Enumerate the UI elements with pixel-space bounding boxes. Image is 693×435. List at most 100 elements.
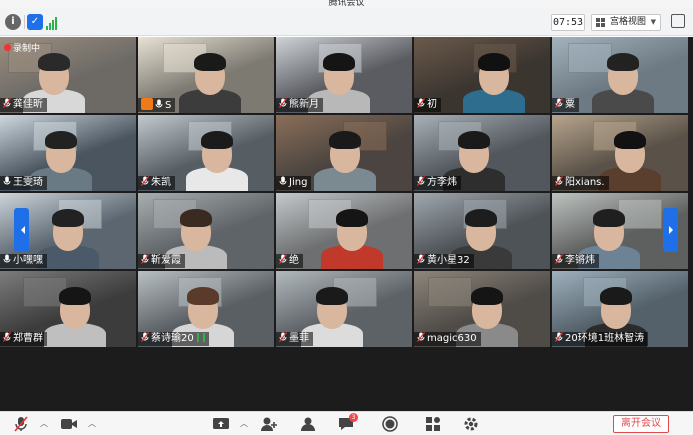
mic-muted-icon <box>279 98 287 108</box>
video-tile[interactable]: 蔡诗瑜20 <box>138 271 274 347</box>
bottom-toolbar: ︿ ︿ ︿ 3 离开会议 <box>0 411 693 435</box>
participant-name-tag: magic630 <box>414 332 481 346</box>
video-tile[interactable]: 王雯琦 <box>0 115 136 191</box>
participant-name: 朱凯 <box>151 177 171 188</box>
participant-name-tag: 黄小星32 <box>414 254 474 268</box>
fullscreen-icon[interactable] <box>671 14 685 28</box>
participant-video <box>317 199 387 269</box>
mic-muted-icon <box>555 176 563 186</box>
video-tile[interactable]: 熊新月 <box>276 37 412 113</box>
participant-name: 郑曹群 <box>13 333 43 344</box>
share-screen-icon[interactable] <box>212 416 230 432</box>
mic-muted-icon <box>417 254 425 264</box>
participant-name-tag: 粟 <box>552 98 579 112</box>
view-mode-button[interactable]: 宫格视图 ▼ <box>591 14 661 31</box>
participant-name: magic630 <box>427 333 477 344</box>
mic-muted-icon <box>555 332 563 342</box>
participant-video <box>459 43 529 113</box>
participant-name: 蔡诗瑜20 <box>151 333 194 344</box>
participant-name: 阳xians. <box>565 177 605 188</box>
participant-name-tag: Jing <box>276 176 312 190</box>
shield-icon[interactable]: ✓ <box>27 14 43 30</box>
participant-name-tag: 朱凯 <box>138 176 175 190</box>
next-page-button[interactable] <box>663 208 678 252</box>
participant-video <box>182 121 252 191</box>
participant-name-tag: 初 <box>414 98 441 112</box>
participant-name-tag: 李锵炜 <box>552 254 599 268</box>
recording-indicator: 录制中 <box>4 41 40 54</box>
participant-name-tag: S <box>138 98 176 112</box>
divider <box>24 15 25 29</box>
video-tile[interactable]: 靳爱霞 <box>138 193 274 269</box>
audio-level-icon <box>196 333 205 342</box>
info-icon[interactable]: i <box>5 14 21 30</box>
video-tile[interactable]: 初 <box>414 37 550 113</box>
grid-icon <box>596 18 606 27</box>
participant-video <box>588 43 658 113</box>
participant-name: 熊新月 <box>289 99 319 110</box>
participant-video <box>40 277 110 347</box>
members-icon[interactable] <box>300 416 316 432</box>
mic-options-chevron-icon[interactable]: ︿ <box>40 418 48 429</box>
participant-name: 墨菲 <box>289 333 309 344</box>
video-tile[interactable]: 龚佳昕 录制中 <box>0 37 136 113</box>
mic-muted-icon <box>417 176 425 186</box>
video-tile[interactable]: magic630 <box>414 271 550 347</box>
participant-name-tag: 方李炜 <box>414 176 461 190</box>
video-tile[interactable]: 方李炜 <box>414 115 550 191</box>
mic-muted-icon <box>417 98 425 108</box>
mic-muted-icon <box>417 332 425 342</box>
participant-name: 粟 <box>565 99 575 110</box>
video-grid: 龚佳昕 录制中 S 熊新月 初 粟王雯琦 朱凯 Jing 方李炜 阳xians. 小嘿嘿 靳爱霞 绝 黄小… <box>0 37 693 411</box>
video-tile[interactable]: 20环境1班林智涛 <box>552 271 688 347</box>
signal-icon[interactable] <box>46 16 58 30</box>
chat-icon[interactable]: 3 <box>338 413 358 432</box>
participant-name: S <box>165 100 172 111</box>
invite-icon[interactable] <box>260 416 278 432</box>
participant-name: 靳爱霞 <box>151 255 181 266</box>
video-tile[interactable]: 墨菲 <box>276 271 412 347</box>
top-toolbar: i ✓ 07:53 宫格视图 ▼ <box>0 8 693 36</box>
participant-name-tag: 靳爱霞 <box>138 254 185 268</box>
mic-muted-icon <box>279 254 287 264</box>
mic-icon[interactable] <box>14 416 28 432</box>
participant-name-tag: 墨菲 <box>276 332 313 346</box>
video-tile[interactable]: 黄小星32 <box>414 193 550 269</box>
video-tile[interactable]: 绝 <box>276 193 412 269</box>
participant-video <box>310 121 380 191</box>
mic-muted-icon <box>555 98 563 108</box>
participant-name: 20环境1班林智涛 <box>565 333 645 344</box>
leave-meeting-button[interactable]: 离开会议 <box>613 415 669 433</box>
camera-options-chevron-icon[interactable]: ︿ <box>88 418 96 429</box>
participant-name: 王雯琦 <box>13 177 43 188</box>
camera-icon[interactable] <box>60 416 78 432</box>
participant-name: Jing <box>289 177 308 188</box>
mic-muted-icon <box>279 332 287 342</box>
video-tile[interactable]: Jing <box>276 115 412 191</box>
video-tile[interactable]: 阳xians. <box>552 115 688 191</box>
participant-name: 黄小星32 <box>427 255 470 266</box>
video-tile[interactable]: 粟 <box>552 37 688 113</box>
meeting-timer: 07:53 <box>551 14 585 31</box>
video-tile[interactable]: 郑曹群 <box>0 271 136 347</box>
participant-name-tag: 王雯琦 <box>0 176 47 190</box>
window-title: 腾讯会议 <box>0 0 693 8</box>
participant-name: 李锵炜 <box>565 255 595 266</box>
chat-badge: 3 <box>349 413 358 422</box>
previous-page-button[interactable] <box>14 208 29 252</box>
record-icon[interactable] <box>382 416 398 432</box>
participant-name-tag: 蔡诗瑜20 <box>138 332 209 346</box>
settings-icon[interactable] <box>463 416 479 432</box>
chevron-down-icon: ▼ <box>650 18 656 26</box>
mic-muted-icon <box>3 332 11 342</box>
share-options-chevron-icon[interactable]: ︿ <box>240 418 248 429</box>
participant-video <box>175 43 245 113</box>
apps-icon[interactable] <box>425 416 441 432</box>
participant-name-tag: 龚佳昕 <box>0 98 47 112</box>
video-tile[interactable]: 朱凯 <box>138 115 274 191</box>
mic-muted-icon <box>3 98 11 108</box>
mic-icon <box>3 176 11 186</box>
participant-name-tag: 20环境1班林智涛 <box>552 332 649 346</box>
video-tile[interactable]: S <box>138 37 274 113</box>
host-icon <box>141 98 153 110</box>
